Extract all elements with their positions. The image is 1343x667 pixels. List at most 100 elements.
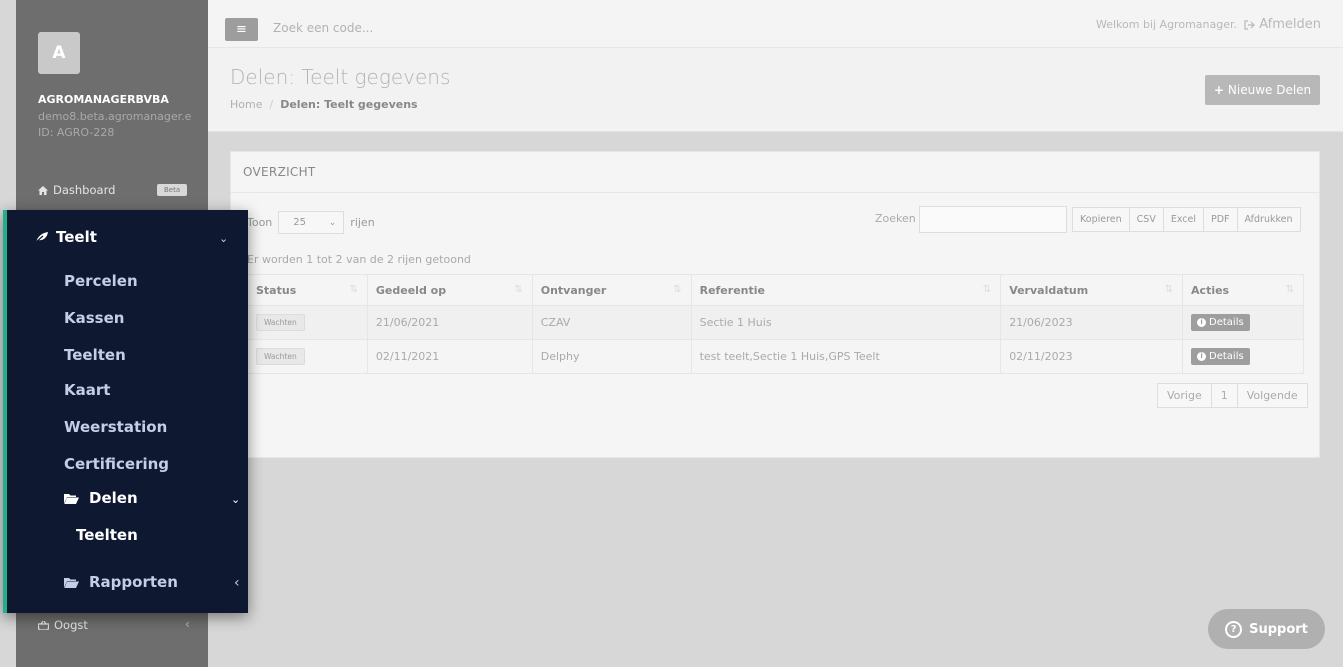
vervaldatum-cell: 02/11/2023: [1000, 339, 1184, 374]
sort-icon: ⇅: [514, 284, 523, 295]
company-url: demo8.beta.agromanager.e: [38, 110, 192, 123]
info-icon: i: [1197, 318, 1207, 327]
menu-item-teelten[interactable]: Teelten: [64, 346, 126, 364]
panel-title: OVERZICHT: [243, 165, 316, 179]
status-cell: Wachten: [247, 305, 368, 340]
breadcrumb: Home / Delen: Teelt gegevens: [230, 98, 418, 111]
overview-panel: OVERZICHT Toon 25 ⌄ rijen Zoeken Kopiere…: [230, 151, 1320, 458]
folder-open-icon: [64, 577, 79, 588]
menu-item-delen[interactable]: Delen: [64, 489, 138, 507]
home-icon: [38, 185, 48, 195]
excel-button[interactable]: Excel: [1162, 207, 1204, 232]
status-cell: Wachten: [247, 339, 368, 374]
details-button[interactable]: i Details: [1191, 314, 1250, 331]
menu-item-weerstation[interactable]: Weerstation: [64, 418, 167, 436]
page-header: Delen: Teelt gegevens Home / Delen: Teelt …: [208, 48, 1343, 132]
table-info: Er worden 1 tot 2 van de 2 rijen getoond: [247, 253, 471, 266]
table-row: Wachten 21/06/2021 CZAV Sectie 1 Huis 21…: [247, 305, 1304, 340]
chevron-left-icon: ‹: [185, 617, 190, 631]
menu-item-label: Rapporten: [89, 573, 178, 591]
chevron-down-icon: ⌄: [328, 217, 337, 228]
table-search-label: Zoeken: [875, 212, 916, 225]
basket-icon: [38, 620, 49, 630]
breadcrumb-home[interactable]: Home: [230, 98, 262, 111]
print-button[interactable]: Afdrukken: [1236, 207, 1301, 232]
panel-header: OVERZICHT: [231, 152, 1319, 193]
ontvanger-cell: Delphy: [531, 339, 692, 374]
referentie-cell: test teelt,Sectie 1 Huis,GPS Teelt: [690, 339, 1002, 374]
export-buttons: Kopieren CSV Excel PDF Afdrukken: [1072, 207, 1301, 232]
info-icon: i: [1197, 352, 1207, 361]
sidebar-item-dashboard[interactable]: Dashboard: [38, 183, 115, 197]
table-header-row: Status ⇅ Gedeeld op ⇅ Ontvanger ⇅ Referenti…: [247, 274, 1304, 306]
sort-icon: ⇅: [673, 284, 682, 295]
breadcrumb-current: Delen: Teelt gegevens: [280, 98, 418, 111]
column-header-vervaldatum[interactable]: Vervaldatum ⇅: [1000, 274, 1184, 306]
sidebar-item-oogst[interactable]: Oogst: [38, 618, 88, 632]
status-badge: Wachten: [256, 314, 305, 331]
pdf-button[interactable]: PDF: [1203, 207, 1238, 232]
new-share-button[interactable]: + Nieuwe Delen: [1205, 75, 1320, 105]
acties-cell: i Details: [1182, 339, 1304, 374]
gedeeld-op-cell: 21/06/2021: [366, 305, 533, 340]
shares-table: Status ⇅ Gedeeld op ⇅ Ontvanger ⇅ Referenti…: [247, 274, 1304, 374]
chevron-down-icon: ⌄: [219, 232, 229, 245]
status-badge: Wachten: [256, 348, 305, 365]
menu-toggle-button[interactable]: ≡: [225, 18, 258, 41]
support-button[interactable]: ? Support: [1208, 609, 1325, 649]
menu-item-percelen[interactable]: Percelen: [64, 272, 138, 290]
folder-open-icon: [64, 493, 79, 504]
ontvanger-cell: CZAV: [531, 305, 692, 340]
menu-item-kaart[interactable]: Kaart: [64, 381, 110, 399]
menu-item-kassen[interactable]: Kassen: [64, 309, 124, 327]
column-header-acties[interactable]: Acties ⇅: [1182, 274, 1304, 306]
rows-per-page-select[interactable]: 25 ⌄: [278, 211, 345, 234]
sort-icon: ⇅: [349, 284, 358, 295]
column-header-referentie[interactable]: Referentie ⇅: [690, 274, 1002, 306]
pagination: Vorige 1 Volgende: [1157, 383, 1308, 408]
sort-icon: ⇅: [1285, 284, 1294, 295]
pagination-previous[interactable]: Vorige: [1157, 383, 1212, 408]
menu-item-certificering[interactable]: Certificering: [64, 455, 169, 473]
company-avatar[interactable]: A: [38, 32, 80, 74]
column-header-status[interactable]: Status ⇅: [247, 274, 368, 306]
sidebar-item-label: Dashboard: [53, 183, 116, 197]
column-header-ontvanger[interactable]: Ontvanger ⇅: [531, 274, 692, 306]
details-button[interactable]: i Details: [1191, 348, 1250, 365]
acties-cell: i Details: [1182, 305, 1304, 340]
pagination-next[interactable]: Volgende: [1236, 383, 1308, 408]
logout-label: Afmelden: [1259, 17, 1321, 32]
menu-item-label: Teelt: [56, 228, 97, 246]
vervaldatum-cell: 21/06/2023: [1000, 305, 1184, 340]
question-icon: ?: [1225, 620, 1243, 638]
menu-item-rapporten[interactable]: Rapporten: [64, 573, 178, 591]
referentie-cell: Sectie 1 Huis: [690, 305, 1002, 340]
copy-button[interactable]: Kopieren: [1072, 207, 1130, 232]
hamburger-icon: ≡: [236, 22, 247, 37]
table-search-input[interactable]: [919, 206, 1067, 233]
sidebar-item-label: Oogst: [54, 618, 88, 632]
welcome-text: Welkom bij Agromanager.: [1095, 18, 1237, 31]
page-title: Delen: Teelt gegevens: [230, 65, 451, 89]
logout-link[interactable]: Afmelden: [1244, 17, 1321, 32]
gedeeld-op-cell: 02/11/2021: [366, 339, 533, 374]
menu-item-delen-teelten[interactable]: Teelten: [76, 526, 138, 544]
menu-item-teelt[interactable]: Teelt: [35, 228, 97, 246]
teelt-menu-popout: Teelt ⌄ Percelen Kassen Teelten Kaart We…: [3, 210, 248, 613]
sort-icon: ⇅: [982, 284, 992, 295]
top-bar: ≡ Welkom bij Agromanager. Afmelden: [208, 0, 1343, 48]
csv-button[interactable]: CSV: [1128, 207, 1164, 232]
search-input[interactable]: [273, 21, 533, 35]
column-header-gedeeld-op[interactable]: Gedeeld op ⇅: [366, 274, 533, 306]
page-length-control: Toon 25 ⌄ rijen: [247, 211, 375, 234]
leaf-icon: [35, 232, 48, 243]
pagination-page[interactable]: 1: [1210, 383, 1238, 408]
chevron-down-icon: ⌄: [231, 493, 241, 506]
toon-label: Toon: [247, 216, 273, 229]
company-name: AGROMANAGERBVBA: [38, 93, 169, 106]
plus-icon: +: [1213, 83, 1224, 97]
sort-icon: ⇅: [1164, 284, 1174, 295]
new-share-label: Nieuwe Delen: [1227, 83, 1312, 97]
sign-out-icon: [1244, 19, 1256, 30]
breadcrumb-separator: /: [269, 98, 274, 111]
